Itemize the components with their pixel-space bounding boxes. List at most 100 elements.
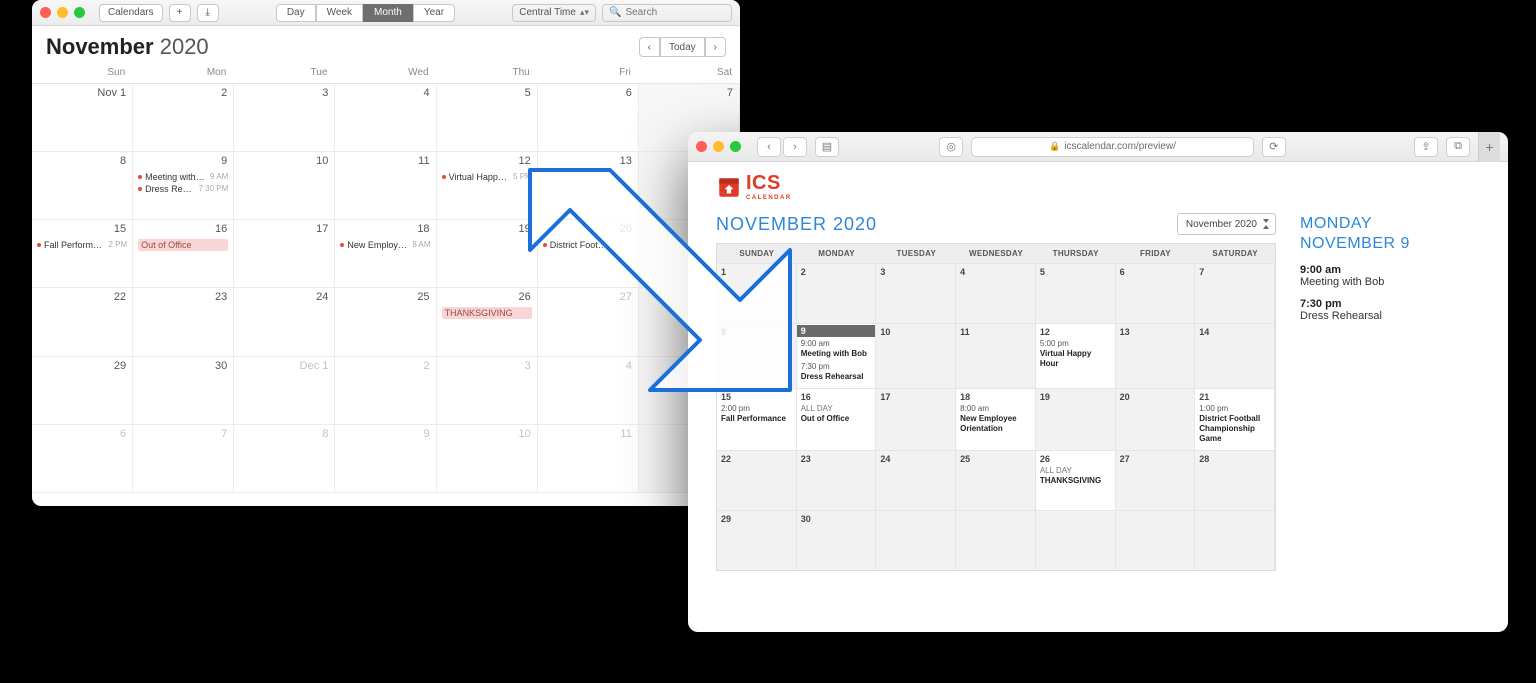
day-cell[interactable]: 4: [335, 84, 436, 152]
share-button[interactable]: ⇪: [1414, 137, 1438, 157]
day-cell[interactable]: 4: [538, 357, 639, 425]
event[interactable]: District Foot…: [543, 239, 633, 251]
ics-day-cell[interactable]: 3: [876, 263, 956, 323]
allday-event[interactable]: Out of Office: [138, 239, 228, 251]
day-cell[interactable]: 20District Foot…: [538, 220, 639, 288]
share-button[interactable]: ⤓: [197, 4, 219, 22]
day-cell[interactable]: 6: [32, 425, 133, 493]
prev-month-button[interactable]: ‹: [639, 37, 660, 57]
maximize-icon[interactable]: [730, 141, 741, 152]
ics-event[interactable]: 2:00 pmFall Performance: [721, 404, 792, 424]
day-cell[interactable]: 26THANKSGIVING: [437, 288, 538, 356]
day-cell[interactable]: 25: [335, 288, 436, 356]
ics-day-cell[interactable]: 188:00 amNew Employee Orientation: [956, 388, 1036, 450]
day-cell[interactable]: 19: [437, 220, 538, 288]
day-cell[interactable]: 10: [437, 425, 538, 493]
day-cell[interactable]: 22: [32, 288, 133, 356]
day-cell[interactable]: Nov 1: [32, 84, 133, 152]
day-cell[interactable]: 9Meeting with Bob9 AMDress Rehearsal7:30…: [133, 152, 234, 220]
ics-event[interactable]: 9:00 amMeeting with Bob: [801, 339, 872, 359]
day-cell[interactable]: 27: [538, 288, 639, 356]
day-cell[interactable]: 7: [133, 425, 234, 493]
ics-day-cell[interactable]: 16ALL DAYOut of Office: [797, 388, 877, 450]
day-cell[interactable]: 18New Employee Ori…8 AM: [335, 220, 436, 288]
ics-day-cell[interactable]: 13: [1116, 323, 1196, 388]
ics-day-cell[interactable]: 28: [1195, 450, 1275, 510]
day-cell[interactable]: 2: [335, 357, 436, 425]
day-cell[interactable]: 11: [335, 152, 436, 220]
day-cell[interactable]: 16Out of Office: [133, 220, 234, 288]
day-cell[interactable]: 23: [133, 288, 234, 356]
day-cell[interactable]: 15Fall Performance2 PM: [32, 220, 133, 288]
ics-day-cell[interactable]: 125:00 pmVirtual Happy Hour: [1036, 323, 1116, 388]
next-month-button[interactable]: ›: [705, 37, 726, 57]
timezone-select[interactable]: Central Time ▴▾: [512, 4, 596, 22]
reload-button[interactable]: ⟳: [1262, 137, 1286, 157]
day-cell[interactable]: 6: [538, 84, 639, 152]
day-cell[interactable]: 17: [234, 220, 335, 288]
tabs-button[interactable]: ⧉: [1446, 137, 1470, 157]
side-event[interactable]: 9:00 amMeeting with Bob: [1300, 264, 1480, 288]
ics-day-cell[interactable]: 10: [876, 323, 956, 388]
maximize-icon[interactable]: [74, 7, 85, 18]
ics-day-cell[interactable]: 20: [1116, 388, 1196, 450]
event[interactable]: Fall Performance2 PM: [37, 239, 127, 251]
ics-day-cell[interactable]: 211:00 pmDistrict Football Championship …: [1195, 388, 1275, 450]
ics-day-cell[interactable]: 26ALL DAYTHANKSGIVING: [1036, 450, 1116, 510]
ics-day-cell[interactable]: 22: [717, 450, 797, 510]
ics-day-cell[interactable]: 30: [797, 510, 877, 570]
ics-day-cell[interactable]: 24: [876, 450, 956, 510]
minimize-icon[interactable]: [713, 141, 724, 152]
ics-event[interactable]: ALL DAYOut of Office: [801, 404, 872, 424]
sidebar-button[interactable]: ▤: [815, 137, 839, 157]
day-cell[interactable]: 9: [335, 425, 436, 493]
ics-day-cell[interactable]: 27: [1116, 450, 1196, 510]
event[interactable]: Dress Rehearsal7:30 PM: [138, 183, 228, 195]
ics-day-cell[interactable]: 23: [797, 450, 877, 510]
ics-day-cell[interactable]: 1: [717, 263, 797, 323]
day-cell[interactable]: 10: [234, 152, 335, 220]
day-cell[interactable]: Dec 1: [234, 357, 335, 425]
ics-day-cell[interactable]: 17: [876, 388, 956, 450]
day-cell[interactable]: 30: [133, 357, 234, 425]
side-event[interactable]: 7:30 pmDress Rehearsal: [1300, 298, 1480, 322]
forward-button[interactable]: ›: [783, 137, 807, 157]
day-cell[interactable]: 13: [538, 152, 639, 220]
day-cell[interactable]: 5: [437, 84, 538, 152]
shield-icon[interactable]: ◎: [939, 137, 963, 157]
day-cell[interactable]: 12Virtual Happy Hour5 PM: [437, 152, 538, 220]
day-cell[interactable]: 8: [234, 425, 335, 493]
close-icon[interactable]: [696, 141, 707, 152]
day-cell[interactable]: 2: [133, 84, 234, 152]
ics-day-cell[interactable]: 5: [1036, 263, 1116, 323]
add-button[interactable]: +: [169, 4, 191, 22]
ics-day-cell[interactable]: 25: [956, 450, 1036, 510]
ics-event[interactable]: 5:00 pmVirtual Happy Hour: [1040, 339, 1111, 369]
day-cell[interactable]: 8: [32, 152, 133, 220]
minimize-icon[interactable]: [57, 7, 68, 18]
ics-day-cell[interactable]: 11: [956, 323, 1036, 388]
allday-event[interactable]: THANKSGIVING: [442, 307, 532, 319]
close-icon[interactable]: [40, 7, 51, 18]
address-bar[interactable]: 🔒 icscalendar.com/preview/: [971, 137, 1254, 157]
day-cell[interactable]: 29: [32, 357, 133, 425]
ics-day-cell[interactable]: 99:00 amMeeting with Bob7:30 pmDress Reh…: [797, 323, 877, 388]
view-week[interactable]: Week: [316, 4, 363, 22]
event[interactable]: Virtual Happy Hour5 PM: [442, 171, 532, 183]
ics-event[interactable]: 1:00 pmDistrict Football Championship Ga…: [1199, 404, 1270, 444]
day-cell[interactable]: 3: [234, 84, 335, 152]
ics-day-cell[interactable]: 4: [956, 263, 1036, 323]
day-cell[interactable]: 24: [234, 288, 335, 356]
today-button[interactable]: Today: [660, 37, 705, 57]
ics-day-cell[interactable]: 29: [717, 510, 797, 570]
ics-day-cell[interactable]: 6: [1116, 263, 1196, 323]
ics-day-cell[interactable]: 14: [1195, 323, 1275, 388]
day-cell[interactable]: 3: [437, 357, 538, 425]
ics-event[interactable]: 8:00 amNew Employee Orientation: [960, 404, 1031, 434]
month-select[interactable]: November 2020: [1177, 213, 1276, 235]
search-input[interactable]: [625, 7, 725, 18]
view-year[interactable]: Year: [413, 4, 455, 22]
ics-day-cell[interactable]: 8: [717, 323, 797, 388]
event[interactable]: Meeting with Bob9 AM: [138, 171, 228, 183]
day-cell[interactable]: 11: [538, 425, 639, 493]
